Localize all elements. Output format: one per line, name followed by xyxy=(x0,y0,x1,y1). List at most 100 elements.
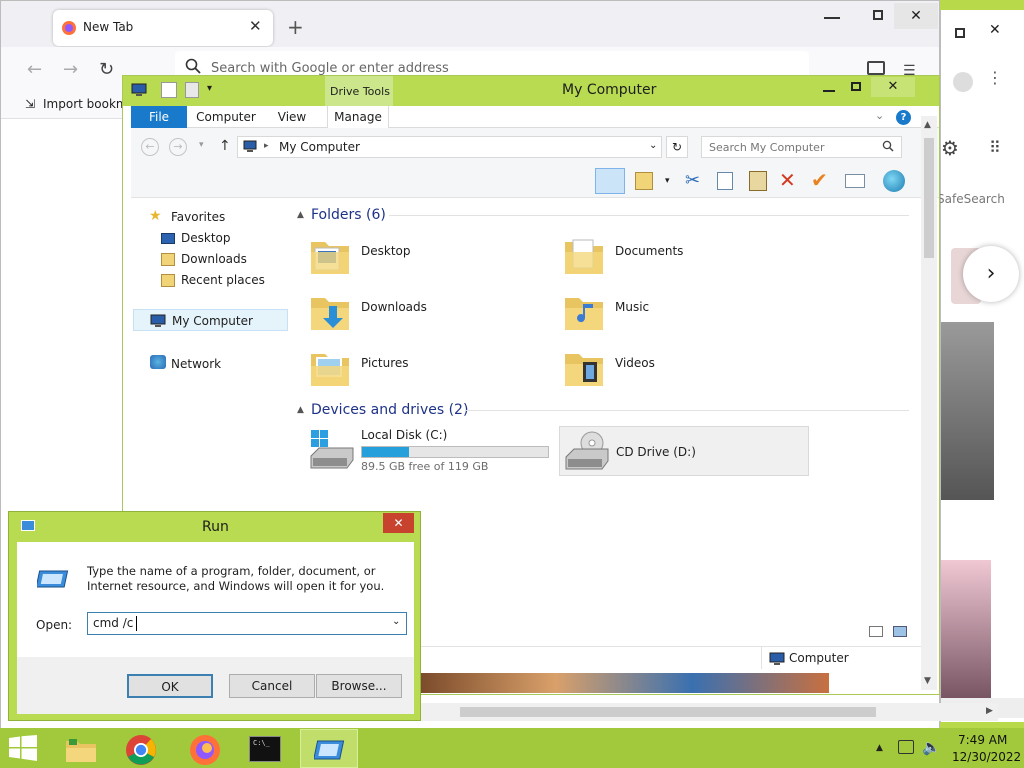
run-title: Run xyxy=(202,519,229,535)
tab-computer[interactable]: Computer xyxy=(191,106,261,128)
folder-pictures[interactable]: Pictures xyxy=(309,344,539,390)
scroll-thumb[interactable] xyxy=(924,138,934,258)
nav-favorites[interactable]: Favorites xyxy=(171,210,225,224)
drive-c-usage-bar xyxy=(361,446,549,458)
open-combobox[interactable]: cmd /c ⌄ xyxy=(87,612,407,635)
back-icon[interactable]: ← xyxy=(27,59,42,80)
tab-view[interactable]: View xyxy=(269,106,315,128)
combobox-dropdown-icon[interactable]: ⌄ xyxy=(392,616,400,627)
address-dropdown-icon[interactable]: ⌄ xyxy=(649,140,657,151)
properties-qat-icon[interactable] xyxy=(161,82,177,98)
recent-dropdown-icon[interactable]: ▾ xyxy=(199,140,204,150)
taskbar-file-explorer[interactable] xyxy=(52,729,110,768)
nav-recent-places[interactable]: Recent places xyxy=(181,273,265,287)
maximize-icon[interactable] xyxy=(851,82,861,91)
copy-icon[interactable] xyxy=(717,172,733,190)
carousel-next-button[interactable]: › xyxy=(963,246,1019,302)
new-tab-button[interactable]: + xyxy=(287,15,304,39)
close-icon[interactable]: ✕ xyxy=(894,3,938,29)
cancel-button[interactable]: Cancel xyxy=(229,674,315,698)
search-input[interactable]: Search My Computer xyxy=(701,136,902,158)
scroll-thumb[interactable] xyxy=(460,707,876,717)
tab-manage[interactable]: Manage xyxy=(327,106,389,128)
preview-pane-button[interactable] xyxy=(595,168,625,194)
start-windows-icon[interactable] xyxy=(9,735,37,761)
browse-button[interactable]: Browse... xyxy=(316,674,402,698)
clock-time[interactable]: 7:49 AM xyxy=(958,733,1007,747)
ribbon-expand-icon[interactable]: ⌄ xyxy=(875,109,884,122)
nav-desktop[interactable]: Desktop xyxy=(181,231,231,245)
tab-file[interactable]: File xyxy=(131,106,187,128)
new-folder-qat-icon[interactable] xyxy=(185,82,199,98)
close-icon[interactable]: ✕ xyxy=(871,77,915,97)
collapse-folders-icon[interactable]: ▲ xyxy=(297,210,304,220)
profile-icon[interactable] xyxy=(953,72,973,92)
apps-grid-icon[interactable]: ⠿ xyxy=(989,138,1001,157)
large-icons-view-icon[interactable] xyxy=(893,626,907,637)
open-input-value[interactable]: cmd /c xyxy=(93,616,133,630)
drives-header[interactable]: Devices and drives (2) xyxy=(311,402,468,418)
close-icon[interactable]: ✕ xyxy=(383,513,414,533)
vertical-scrollbar[interactable]: ▲ ▼ xyxy=(921,116,937,690)
settings-gear-icon[interactable]: ⚙ xyxy=(941,136,959,160)
folder-videos[interactable]: Videos xyxy=(563,344,793,390)
rename-check-icon[interactable]: ✔ xyxy=(811,168,828,192)
gallery-image[interactable] xyxy=(941,322,994,500)
volume-icon[interactable]: 🔈 xyxy=(922,738,941,756)
scroll-up-icon[interactable]: ▲ xyxy=(924,120,931,130)
kebab-menu-icon[interactable]: ⋮ xyxy=(987,68,1003,87)
show-hidden-icons[interactable]: ▲ xyxy=(876,743,883,753)
paste-icon[interactable] xyxy=(749,171,767,191)
ok-button[interactable]: OK xyxy=(127,674,213,698)
nav-computer-selected[interactable]: My Computer xyxy=(133,309,288,331)
minimize-icon[interactable] xyxy=(824,17,840,19)
organize-dropdown-icon[interactable]: ▾ xyxy=(665,176,670,186)
taskbar-command-prompt[interactable]: C:\_ xyxy=(236,729,294,768)
forward-icon[interactable]: → xyxy=(169,138,187,156)
drive-d[interactable]: CD Drive (D:) xyxy=(559,426,809,476)
folder-music[interactable]: Music xyxy=(563,288,793,334)
minimize-icon[interactable] xyxy=(823,90,835,92)
pocket-icon[interactable] xyxy=(867,61,885,75)
help-icon[interactable]: ? xyxy=(896,110,911,125)
taskbar-chrome[interactable] xyxy=(112,729,170,768)
address-input[interactable]: ▸ My Computer ⌄ xyxy=(237,136,662,158)
cut-icon[interactable]: ✂ xyxy=(685,170,700,191)
clock-date[interactable]: 12/30/2022 xyxy=(952,750,1021,764)
import-bookmarks-link[interactable]: Import bookmarks xyxy=(43,97,123,111)
collapse-drives-icon[interactable]: ▲ xyxy=(297,405,304,415)
refresh-icon[interactable]: ↻ xyxy=(666,136,688,158)
move-to-folder-icon[interactable] xyxy=(635,172,653,190)
taskbar-run[interactable] xyxy=(300,729,358,768)
back-icon[interactable]: ← xyxy=(141,138,159,156)
drive-c[interactable]: Local Disk (C:) 89.5 GB free of 119 GB xyxy=(309,426,549,474)
close-icon[interactable]: ✕ xyxy=(989,22,1001,38)
maximize-icon[interactable] xyxy=(873,10,883,20)
scroll-right-icon[interactable]: ▶ xyxy=(986,706,993,716)
delete-icon[interactable]: ✕ xyxy=(779,168,796,192)
tab-close-icon[interactable]: ✕ xyxy=(249,17,262,35)
run-program-icon xyxy=(37,569,71,589)
qat-dropdown-icon[interactable]: ▾ xyxy=(207,83,212,94)
folder-downloads[interactable]: Downloads xyxy=(309,288,539,334)
folder-label: Pictures xyxy=(361,356,409,370)
maximize-icon[interactable] xyxy=(955,28,965,38)
network-globe-icon[interactable] xyxy=(883,170,905,192)
nav-downloads[interactable]: Downloads xyxy=(181,252,247,266)
scroll-down-icon[interactable]: ▼ xyxy=(924,676,931,686)
anime-image[interactable] xyxy=(941,560,991,710)
folder-desktop[interactable]: Desktop xyxy=(309,232,539,278)
folder-documents[interactable]: Documents xyxy=(563,232,793,278)
properties-icon[interactable] xyxy=(845,174,865,188)
forward-icon[interactable]: → xyxy=(63,59,78,80)
details-view-icon[interactable] xyxy=(869,626,883,637)
reload-icon[interactable]: ↻ xyxy=(99,59,114,80)
up-icon[interactable]: ↑ xyxy=(219,138,231,154)
browser-tab[interactable]: New Tab ✕ xyxy=(53,10,273,46)
taskbar-firefox[interactable] xyxy=(176,729,234,768)
network-status-icon[interactable] xyxy=(898,740,914,754)
tab-title: New Tab xyxy=(83,20,134,34)
folders-header[interactable]: Folders (6) xyxy=(311,207,386,223)
nav-network[interactable]: Network xyxy=(171,357,221,371)
browser-horizontal-scrollbar[interactable]: ▶ xyxy=(420,703,998,721)
